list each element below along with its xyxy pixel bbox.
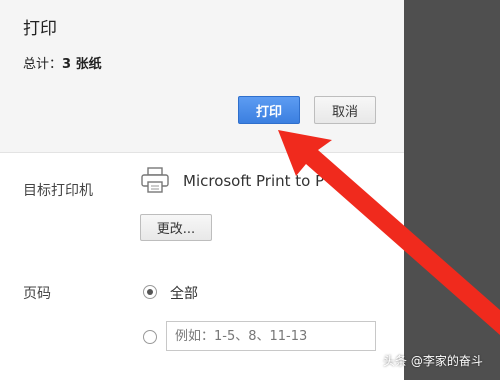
printer-icon bbox=[141, 167, 169, 193]
dialog-title: 打印 bbox=[23, 19, 57, 39]
pages-label: 页码 bbox=[23, 286, 51, 302]
sheet-summary: 总计：3 张纸 bbox=[23, 53, 102, 72]
summary-label: 总计： bbox=[23, 57, 63, 72]
dialog-header: 打印 总计：3 张纸 打印 取消 bbox=[0, 0, 404, 153]
change-printer-button[interactable]: 更改... bbox=[140, 214, 212, 241]
print-preview-pane bbox=[404, 0, 500, 380]
print-button[interactable]: 打印 bbox=[238, 96, 300, 124]
summary-value: 3 张纸 bbox=[62, 57, 102, 72]
pages-all-radio[interactable] bbox=[143, 285, 157, 299]
pages-custom-radio[interactable] bbox=[143, 330, 157, 344]
print-dialog: 打印 总计：3 张纸 打印 取消 目标打印机 Microsoft Print t… bbox=[0, 0, 404, 380]
cancel-button[interactable]: 取消 bbox=[314, 96, 376, 124]
watermark-text: 头条 @李家的奋斗 bbox=[383, 354, 483, 368]
destination-label: 目标打印机 bbox=[23, 183, 93, 199]
printer-name: Microsoft Print to P bbox=[183, 172, 325, 190]
pages-all-label: 全部 bbox=[170, 286, 198, 302]
pages-range-input[interactable] bbox=[166, 321, 376, 351]
